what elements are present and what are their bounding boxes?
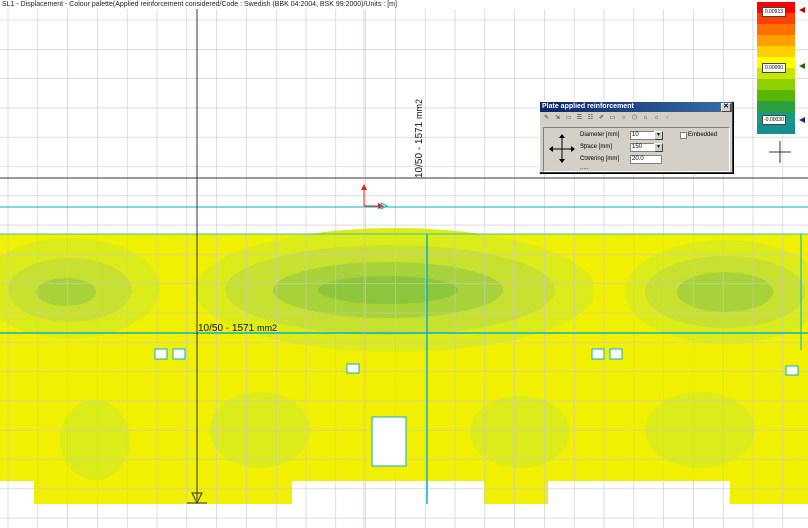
rebar-label-horizontal: 10/50 - 1571 mm2	[198, 323, 277, 334]
plate-opening	[591, 348, 605, 360]
legend-mid-label: 0.00000	[762, 63, 786, 73]
contour-region	[677, 272, 773, 312]
covering-input[interactable]: 20.0	[630, 155, 662, 164]
embedded-label: Embedded	[688, 132, 718, 138]
legend-band	[757, 90, 795, 102]
window-title: SL1 - Displacement - Colour palette(Appl…	[2, 1, 397, 8]
plate-opening-large	[371, 416, 407, 467]
polygon-icon[interactable]: ⬠	[630, 114, 639, 122]
space-dropdown-button[interactable]: ▼	[654, 143, 663, 152]
legend-band	[757, 24, 795, 36]
pencil-icon[interactable]: ✎	[542, 114, 551, 122]
rectangle-icon[interactable]: ▭	[608, 114, 617, 122]
rebar-label-vertical: 10/50 - 1571 mm2	[414, 99, 425, 178]
legend-marker[interactable]	[799, 117, 805, 123]
contour-region	[60, 400, 130, 480]
plate-reinforcement-dialog[interactable]: Plate applied reinforcement ✕ ✎ ⇲ ▭ ☰ ☷ …	[539, 101, 733, 173]
legend-min-label: -0.00030	[762, 115, 786, 125]
dialog-title: Plate applied reinforcement	[542, 103, 634, 110]
edit-icon[interactable]: ✐	[597, 114, 606, 122]
space-select[interactable]: 150	[630, 143, 655, 152]
legend-band	[757, 46, 795, 58]
plate-opening	[609, 348, 623, 360]
rebar-vertical-unit: mm2	[414, 99, 424, 120]
region-icon[interactable]: ⌂	[641, 114, 650, 122]
app-window: SL1 - Displacement - Colour palette(Appl…	[0, 0, 808, 528]
legend-band	[757, 35, 795, 47]
legend-band	[757, 101, 795, 113]
dialog-toolbar: ✎ ⇲ ▭ ☰ ☷ ✐ ▭ ○ ⬠ ⌂ ⌂ ▫	[540, 112, 732, 124]
axis-y-arrow	[361, 184, 367, 190]
covering-label: Covering [mm] .....	[580, 156, 620, 171]
dialog-titlebar[interactable]: Plate applied reinforcement ✕	[540, 102, 732, 112]
legend-max-label: 0.00913	[762, 7, 786, 17]
layer-bottom-icon[interactable]: ☷	[586, 114, 595, 122]
layer-top-icon[interactable]: ☰	[575, 114, 584, 122]
circle-icon[interactable]: ○	[619, 114, 628, 122]
diameter-dropdown-button[interactable]: ▼	[654, 131, 663, 140]
eraser-icon[interactable]: ▭	[564, 114, 573, 122]
rebar-horizontal-text: 10/50 - 1571	[198, 323, 255, 334]
plate-opening	[346, 363, 360, 374]
model-viewport[interactable]	[0, 0, 808, 528]
close-button[interactable]: ✕	[721, 103, 731, 112]
house-icon[interactable]: ⌂	[652, 114, 661, 122]
reinforcement-direction-icon	[549, 134, 575, 163]
contour-region	[318, 276, 458, 304]
reinforcement-group: Diameter [mm] ..... 10 ▼ Embedded Space …	[543, 127, 730, 172]
plate-opening	[785, 365, 799, 376]
diameter-select[interactable]: 10	[630, 131, 655, 140]
select-icon[interactable]: ⇲	[553, 114, 562, 122]
legend-band	[757, 79, 795, 91]
rebar-horizontal-unit: mm2	[256, 323, 277, 333]
legend-marker[interactable]	[799, 7, 805, 13]
point-icon[interactable]: ▫	[663, 114, 672, 122]
plate-opening	[154, 348, 168, 360]
legend-marker[interactable]	[799, 63, 805, 69]
contour-region	[36, 278, 96, 306]
rebar-vertical-text: 10/50 - 1571	[414, 121, 425, 178]
embedded-checkbox[interactable]	[680, 132, 687, 139]
plate-opening	[172, 348, 186, 360]
